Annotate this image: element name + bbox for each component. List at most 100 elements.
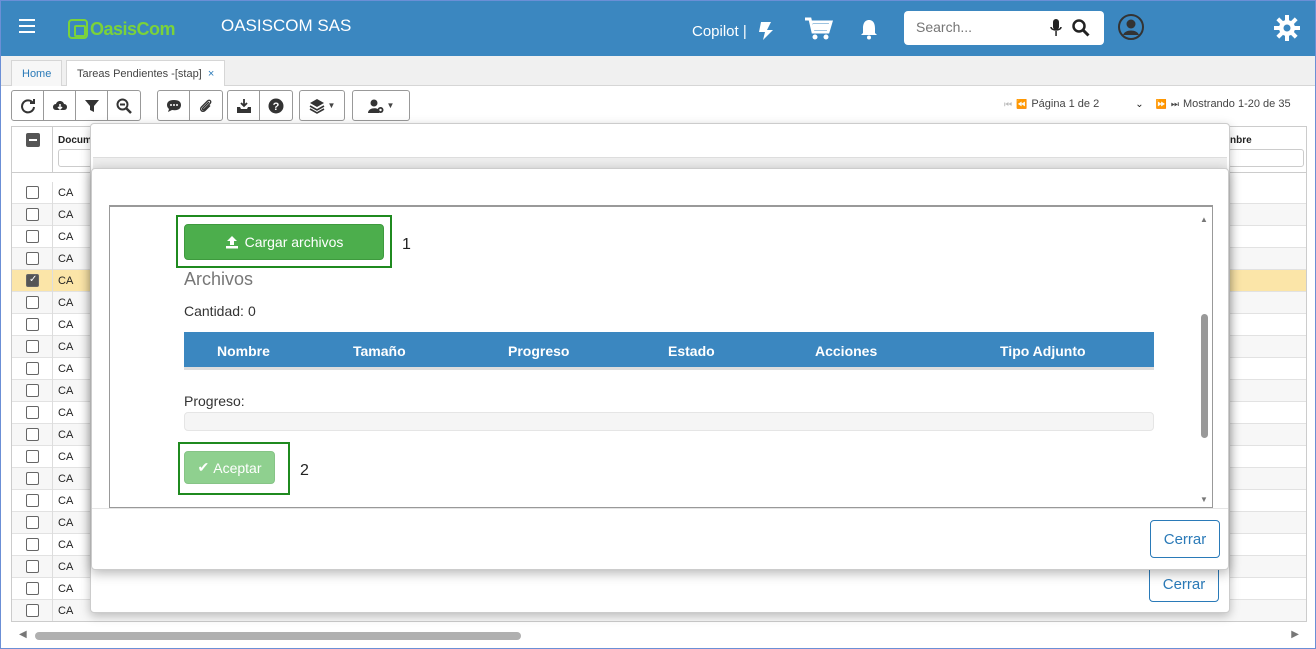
help-button[interactable]: ? <box>260 91 292 120</box>
menu-icon[interactable] <box>19 19 35 33</box>
row-checkbox[interactable] <box>26 450 39 463</box>
svg-text:?: ? <box>273 101 280 113</box>
user-settings-button[interactable]: ▼ <box>353 91 409 120</box>
next-page-icon[interactable]: ⏩ <box>1156 99 1167 110</box>
column-progreso-header: Progreso <box>508 343 570 359</box>
files-count-label: Cantidad: <box>184 303 244 319</box>
zoom-out-icon <box>116 98 132 114</box>
row-code: CA <box>58 187 74 199</box>
last-page-icon[interactable]: ⏭ <box>1171 99 1179 110</box>
user-settings-dropdown[interactable]: ▼ <box>352 90 410 121</box>
prev-page-icon[interactable]: ⏪ <box>1016 99 1027 110</box>
scroll-up-icon[interactable]: ▲ <box>1200 215 1208 224</box>
download-button[interactable] <box>44 91 76 120</box>
outer-close-wrapper: Cerrar <box>1149 566 1219 602</box>
chevron-down-icon: ▼ <box>327 101 336 110</box>
step-marker-1: 1 <box>402 236 411 253</box>
scrollbar-thumb[interactable] <box>35 632 521 640</box>
row-checkbox[interactable] <box>26 538 39 551</box>
copilot-icon <box>758 22 773 40</box>
row-checkbox[interactable] <box>26 186 39 199</box>
column-nombre[interactable]: nbre <box>1230 135 1252 146</box>
copilot-button[interactable]: Copilot | <box>692 20 779 42</box>
row-checkbox[interactable] <box>26 318 39 331</box>
row-checkbox[interactable] <box>26 340 39 353</box>
row-checkbox[interactable] <box>26 296 39 309</box>
row-checkbox[interactable] <box>26 560 39 573</box>
user-settings-icon <box>367 99 384 113</box>
close-button[interactable]: Cerrar <box>1150 520 1220 558</box>
dialog-scrollbar-thumb[interactable] <box>1201 314 1208 438</box>
tab-home-label: Home <box>22 68 52 80</box>
horizontal-scrollbar[interactable]: ◀ ▶ <box>11 629 1307 643</box>
row-code: CA <box>58 231 74 243</box>
zoom-out-button[interactable] <box>108 91 140 120</box>
row-checkbox[interactable] <box>26 472 39 485</box>
scroll-down-icon[interactable]: ▼ <box>1200 495 1208 504</box>
files-table-header: Nombre Tamaño Progreso Estado Acciones T… <box>184 332 1154 370</box>
select-all-checkbox[interactable] <box>26 133 40 147</box>
row-code: CA <box>58 583 74 595</box>
copilot-label: Copilot | <box>692 22 747 40</box>
logo-text: OasisCom <box>90 18 176 39</box>
tab-tareas-pendientes[interactable]: Tareas Pendientes -[stap] × <box>66 60 226 86</box>
paperclip-icon <box>199 99 212 112</box>
oasiscom-logo[interactable]: OasisCom <box>68 18 176 40</box>
dialog-vertical-scrollbar[interactable]: ▲ ▼ <box>1198 211 1210 504</box>
column-estado-header: Estado <box>668 343 715 359</box>
search-input[interactable] <box>916 19 1046 35</box>
row-code: CA <box>58 363 74 375</box>
upload-files-button[interactable]: Cargar archivos <box>184 224 384 260</box>
upload-dialog-body: Cargar archivos 1 Archivos Cantidad: 0 No… <box>109 205 1213 508</box>
scroll-right-icon[interactable]: ▶ <box>1291 629 1299 640</box>
row-checkbox[interactable] <box>26 406 39 419</box>
row-checkbox[interactable] <box>26 362 39 375</box>
row-code: CA <box>58 275 74 287</box>
gear-icon[interactable] <box>1274 15 1300 41</box>
page-select-chevron-icon[interactable]: ⌄ <box>1135 99 1143 110</box>
scroll-left-icon[interactable]: ◀ <box>19 629 27 640</box>
bell-icon[interactable] <box>859 18 879 40</box>
filter-nombre-input[interactable] <box>1228 149 1304 167</box>
row-checkbox[interactable] <box>26 384 39 397</box>
outer-close-button[interactable]: Cerrar <box>1149 566 1219 602</box>
row-checkbox[interactable] <box>26 252 39 265</box>
accept-label: Aceptar <box>213 459 262 476</box>
row-code: CA <box>58 561 74 573</box>
comment-icon <box>166 99 181 112</box>
check-icon: ✔ <box>197 459 210 475</box>
inbox-icon <box>236 98 251 113</box>
refresh-button[interactable] <box>12 91 44 120</box>
tab-close-icon[interactable]: × <box>208 68 214 80</box>
upload-icon <box>225 236 238 249</box>
row-checkbox[interactable] <box>26 494 39 507</box>
layers-icon <box>309 98 324 114</box>
step-marker-2: 2 <box>300 462 309 479</box>
row-checkbox[interactable] <box>26 428 39 441</box>
row-checkbox[interactable] <box>26 604 39 617</box>
row-code: CA <box>58 605 74 617</box>
cart-icon[interactable] <box>804 16 834 42</box>
column-documento[interactable]: Docum <box>58 135 92 146</box>
first-page-icon[interactable]: ⏮ <box>1004 99 1012 110</box>
layers-dropdown[interactable]: ▼ <box>299 90 345 121</box>
inbox-button[interactable] <box>228 91 260 120</box>
tab-home[interactable]: Home <box>11 60 63 86</box>
row-checkbox[interactable] <box>26 208 39 221</box>
row-checkbox[interactable] <box>26 516 39 529</box>
tab-tareas-label: Tareas Pendientes -[stap] <box>77 68 202 80</box>
microphone-icon[interactable] <box>1050 19 1062 37</box>
records-count: Mostrando 1-20 de 35 <box>1182 98 1291 110</box>
filter-button[interactable] <box>76 91 108 120</box>
accept-button[interactable]: ✔ Aceptar <box>184 451 275 484</box>
files-count: Cantidad: 0 <box>184 303 256 319</box>
attach-button[interactable] <box>190 91 222 120</box>
layers-button[interactable]: ▼ <box>300 91 344 120</box>
search-icon[interactable] <box>1072 19 1090 37</box>
row-code: CA <box>58 341 74 353</box>
comments-button[interactable] <box>158 91 190 120</box>
row-checkbox[interactable] <box>26 230 39 243</box>
user-avatar-icon[interactable] <box>1118 14 1144 40</box>
row-checkbox[interactable] <box>26 582 39 595</box>
row-checkbox[interactable] <box>26 274 39 287</box>
